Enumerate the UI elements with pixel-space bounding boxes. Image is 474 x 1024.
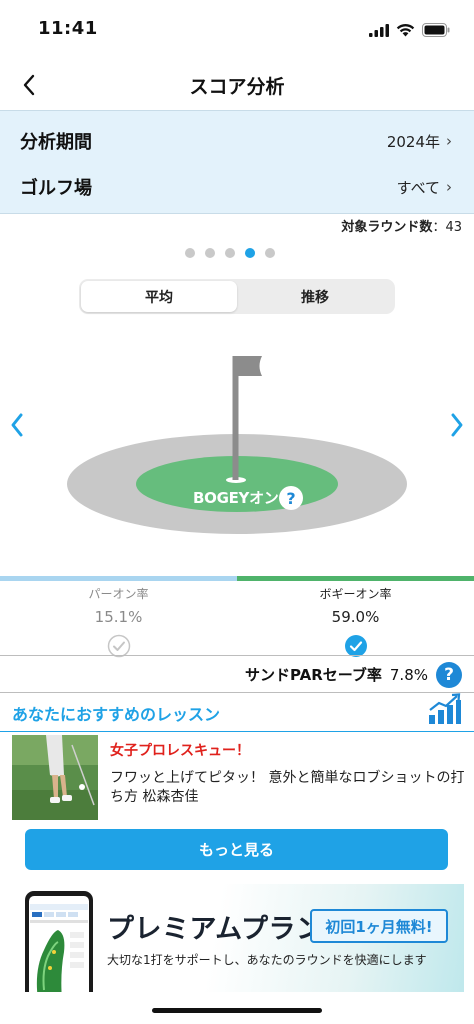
tab-trend[interactable]: 推移 [237, 281, 393, 312]
view-segmented-control: 平均 推移 [79, 279, 395, 314]
round-count-separator: ： [432, 220, 446, 235]
next-page-button[interactable] [444, 408, 470, 442]
round-count-label: 対象ラウンド数 [341, 220, 433, 235]
chevron-left-icon [11, 413, 23, 437]
sand-save-label: サンドPARセーブ率 [245, 666, 382, 684]
round-count: 対象ラウンド数：43 [341, 216, 462, 235]
prev-page-button[interactable] [4, 408, 30, 442]
bogey-on-rate: ボギーオン率 59.0% [237, 583, 474, 662]
page-indicator [185, 248, 275, 258]
lesson-section-title: あなたにおすすめのレッスン [12, 705, 221, 724]
bogey-help-icon[interactable]: ? [279, 486, 303, 510]
bogey-on-label: ボギーオン率 [319, 587, 392, 601]
lesson-category: 女子プロレスキュー！ [110, 743, 250, 759]
wifi-icon [396, 23, 415, 37]
period-label: 分析期間 [20, 132, 92, 153]
sand-save-row: サンドPARセーブ率 7.8% ? [0, 657, 474, 692]
par-on-rate: パーオン率 15.1% [0, 583, 237, 662]
lesson-title: フワッと上げてピタッ！ 意外と簡単なロブショットの打ち方 松森杏佳 [110, 770, 465, 805]
bogey-on-label: BOGEYオン [193, 489, 279, 507]
period-value: 2024年 [386, 132, 440, 151]
divider [0, 655, 474, 656]
more-lessons-button[interactable]: もっと見る [25, 829, 448, 870]
page-title: スコア分析 [189, 76, 285, 98]
status-time: 11:41 [38, 18, 98, 39]
sand-save-help-icon[interactable]: ? [436, 661, 462, 688]
bogey-on-bar [237, 576, 474, 581]
signal-icon [369, 23, 389, 37]
free-trial-badge: 初回1ヶ月無料! [310, 909, 448, 943]
round-count-value: 43 [445, 220, 462, 235]
trend-chart-icon [429, 693, 461, 724]
green-graphic [67, 356, 407, 534]
home-indicator [152, 1008, 322, 1013]
nav-bar: スコア分析 [0, 60, 474, 110]
period-filter-row[interactable]: 分析期間 2024年 › [0, 117, 474, 165]
course-filter-row[interactable]: ゴルフ場 すべて › [0, 163, 474, 211]
lesson-section-header: あなたにおすすめのレッスン [0, 694, 474, 730]
course-label: ゴルフ場 [20, 178, 92, 199]
page-dot[interactable] [185, 248, 195, 258]
premium-plan-banner[interactable]: プレミアムプラン 初回1ヶ月無料! 大切な1打をサポートし、あなたのラウンドを快… [10, 884, 464, 992]
bogey-on-value: 59.0% [331, 608, 380, 626]
lesson-thumbnail [12, 735, 98, 820]
filter-panel: 分析期間 2024年 › ゴルフ場 すべて › [0, 110, 474, 214]
course-value-wrap: すべて › [397, 177, 452, 198]
lesson-header-underline [0, 731, 474, 732]
tab-average[interactable]: 平均 [81, 281, 237, 312]
phone-app-image [25, 891, 93, 992]
flag-icon [236, 356, 262, 376]
divider [0, 692, 474, 693]
par-on-bar [0, 576, 237, 581]
lesson-card[interactable]: 女子プロレスキュー！ フワッと上げてピタッ！ 意外と簡単なロブショットの打ち方 … [12, 735, 474, 821]
status-icons [369, 20, 450, 40]
page-dot[interactable] [245, 248, 255, 258]
page-dot[interactable] [225, 248, 235, 258]
chevron-right-icon: › [446, 178, 452, 196]
chevron-right-icon: › [446, 132, 452, 150]
premium-description: 大切な1打をサポートし、あなたのラウンドを快適にします [107, 953, 427, 967]
par-on-value: 15.1% [94, 608, 143, 626]
status-bar: 11:41 [0, 0, 474, 60]
par-on-label: パーオン率 [88, 587, 149, 601]
course-value: すべて [396, 178, 440, 197]
page-dot[interactable] [205, 248, 215, 258]
period-value-wrap: 2024年 › [387, 131, 452, 152]
battery-icon [422, 23, 450, 37]
premium-title: プレミアムプラン [107, 914, 324, 945]
sand-save-value: 7.8% [389, 665, 428, 684]
chevron-right-icon [451, 413, 463, 437]
page-dot[interactable] [265, 248, 275, 258]
